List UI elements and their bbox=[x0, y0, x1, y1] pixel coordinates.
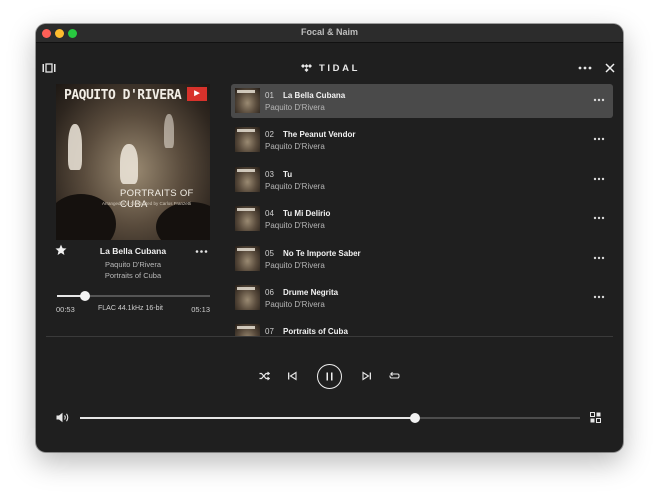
repeat-icon[interactable] bbox=[389, 371, 400, 381]
label-badge: ▶ bbox=[187, 87, 207, 101]
track-row[interactable]: 01 La Bella Cubana Paquito D'Rivera bbox=[231, 84, 613, 118]
track-duration: 05:13 bbox=[191, 305, 210, 314]
app-window: Focal & Naim TIDAL PAQUITO D'RIVERA ▶ PO… bbox=[36, 24, 623, 452]
tidal-logo-icon bbox=[301, 64, 312, 72]
shuffle-icon[interactable] bbox=[259, 371, 270, 381]
track-title: The Peanut Vendor bbox=[283, 130, 356, 139]
track-number: 07 bbox=[265, 327, 274, 336]
more-horizontal-icon[interactable] bbox=[578, 65, 592, 71]
track-number: 03 bbox=[265, 170, 274, 179]
tidal-logo: TIDAL bbox=[301, 62, 360, 74]
album-art-credit-text: Arranged and Conducted by Carlos Franzet… bbox=[102, 201, 192, 206]
track-list: 01 La Bella Cubana Paquito D'Rivera 02 The P… bbox=[231, 84, 613, 337]
brand-name: TIDAL bbox=[319, 62, 360, 74]
track-artwork bbox=[235, 246, 260, 271]
art-figure bbox=[120, 144, 138, 184]
track-artist: Paquito D'Rivera bbox=[265, 221, 325, 230]
more-horizontal-icon[interactable] bbox=[593, 292, 605, 302]
track-artwork bbox=[235, 88, 260, 113]
track-number: 04 bbox=[265, 209, 274, 218]
track-title: Drume Negrita bbox=[283, 288, 339, 297]
track-artist: Paquito D'Rivera bbox=[265, 182, 325, 191]
volume-icon[interactable] bbox=[56, 412, 70, 423]
now-playing-album[interactable]: Portraits of Cuba bbox=[56, 271, 210, 280]
track-title: Portraits of Cuba bbox=[283, 327, 348, 336]
track-artist: Paquito D'Rivera bbox=[265, 261, 325, 270]
grid-icon[interactable] bbox=[590, 412, 601, 423]
track-title: No Te Importe Saber bbox=[283, 249, 361, 258]
skip-previous-icon[interactable] bbox=[287, 371, 297, 381]
more-horizontal-icon[interactable] bbox=[593, 213, 605, 223]
playback-progress-bar[interactable] bbox=[57, 291, 210, 301]
volume-slider-fill bbox=[80, 417, 415, 419]
art-figure bbox=[68, 124, 82, 170]
track-artist: Paquito D'Rivera bbox=[265, 103, 325, 112]
title-bar: Focal & Naim bbox=[36, 24, 623, 43]
playback-progress-handle[interactable] bbox=[79, 291, 90, 301]
track-artwork bbox=[235, 167, 260, 192]
track-number: 05 bbox=[265, 249, 274, 258]
volume-slider[interactable] bbox=[80, 413, 580, 423]
pause-icon bbox=[326, 372, 333, 381]
now-playing-title: La Bella Cubana bbox=[99, 246, 167, 256]
track-title: La Bella Cubana bbox=[283, 91, 346, 100]
album-art-title-text: PORTRAITS OF CUBA bbox=[120, 188, 194, 210]
album-artwork: PAQUITO D'RIVERA ▶ PORTRAITS OF CUBA Arr… bbox=[56, 84, 210, 240]
track-artist: Paquito D'Rivera bbox=[265, 300, 325, 309]
track-artwork bbox=[235, 285, 260, 310]
art-figure bbox=[164, 114, 174, 148]
sidebar-toggle-icon[interactable] bbox=[42, 63, 56, 73]
track-artist: Paquito D'Rivera bbox=[265, 142, 325, 151]
more-horizontal-icon[interactable] bbox=[593, 95, 605, 105]
track-row[interactable]: 05 No Te Importe Saber Paquito D'Rivera bbox=[231, 242, 613, 276]
more-horizontal-icon[interactable] bbox=[593, 174, 605, 184]
divider bbox=[46, 336, 613, 337]
now-playing-artist[interactable]: Paquito D'Rivera bbox=[56, 260, 210, 269]
elapsed-time: 00:53 bbox=[56, 305, 75, 314]
track-number: 06 bbox=[265, 288, 274, 297]
window-title: Focal & Naim bbox=[300, 27, 358, 37]
track-number: 02 bbox=[265, 130, 274, 139]
skip-next-icon[interactable] bbox=[362, 371, 372, 381]
album-art-artist-text: PAQUITO D'RIVERA bbox=[64, 88, 182, 103]
audio-quality: FLAC 44.1kHz 16-bit bbox=[98, 305, 163, 312]
track-row[interactable]: 04 Tu Mi Delirio Paquito D'Rivera bbox=[231, 202, 613, 236]
track-row[interactable]: 03 Tu Paquito D'Rivera bbox=[231, 163, 613, 197]
track-row[interactable]: 02 The Peanut Vendor Paquito D'Rivera bbox=[231, 123, 613, 157]
track-artwork bbox=[235, 127, 260, 152]
more-horizontal-icon[interactable] bbox=[593, 134, 605, 144]
track-title: Tu Mi Delirio bbox=[283, 209, 331, 218]
more-horizontal-icon[interactable] bbox=[195, 249, 208, 254]
track-row[interactable]: 07Portraits of CubaPaquito D'Rivera bbox=[231, 320, 613, 337]
track-title: Tu bbox=[283, 170, 293, 179]
track-row[interactable]: 06 Drume Negrita Paquito D'Rivera bbox=[231, 281, 613, 315]
track-number: 01 bbox=[265, 91, 274, 100]
more-horizontal-icon[interactable] bbox=[593, 253, 605, 263]
close-icon[interactable] bbox=[605, 63, 615, 73]
pause-button[interactable] bbox=[317, 364, 342, 389]
volume-slider-handle[interactable] bbox=[410, 413, 420, 423]
track-artwork bbox=[235, 206, 260, 231]
